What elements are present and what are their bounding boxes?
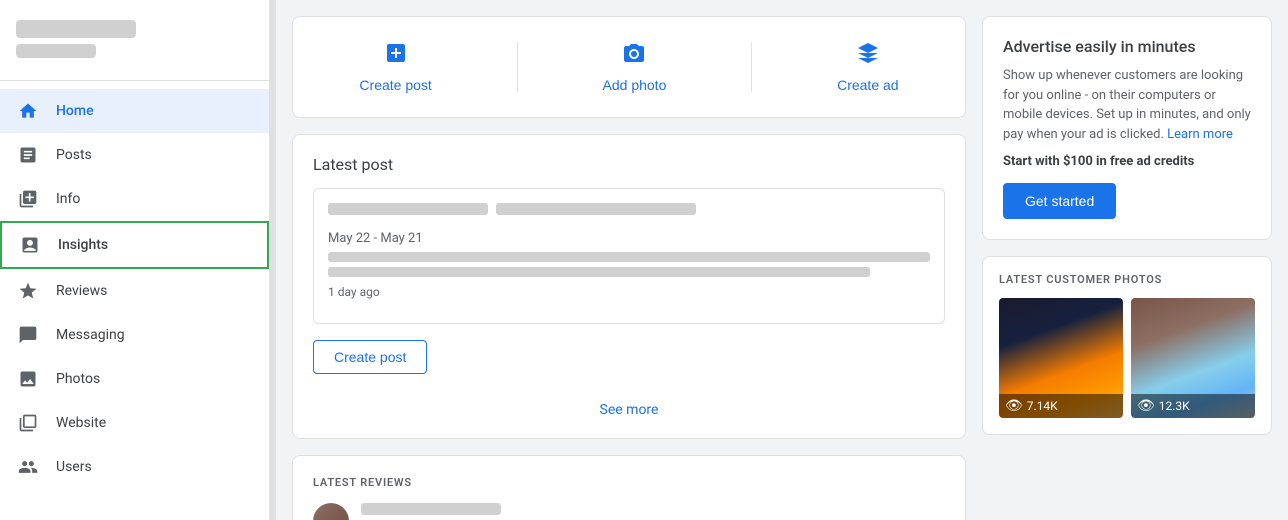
photo-2-overlay: 👁 12.3K [1131,394,1255,418]
action-buttons-card: Create post Add photo Create ad [292,16,966,118]
website-label: Website [56,415,106,431]
business-name-blur [16,20,136,38]
sidebar: Home Posts Info Insights Reviews [0,0,270,520]
reviews-icon [16,279,40,303]
website-icon [16,411,40,435]
sidebar-header [0,8,269,81]
post-text-line-1 [328,252,930,262]
learn-more-link[interactable]: Learn more [1167,127,1233,142]
see-more-link[interactable]: See more [313,402,945,418]
insights-label: Insights [58,237,108,253]
get-started-button[interactable]: Get started [1003,183,1116,219]
post-text [328,252,930,277]
messaging-icon [16,323,40,347]
main-content: Create post Add photo Create ad Latest p… [276,0,1288,520]
view-icon-1: 👁 [1005,398,1023,414]
reviews-label: Reviews [56,283,107,299]
ad-card: Advertise easily in minutes Show up when… [982,16,1272,240]
post-header-blur-2 [496,203,696,215]
ad-highlight: Start with $100 in free ad credits [1003,154,1251,169]
right-column: Advertise easily in minutes Show up when… [982,16,1272,504]
sidebar-item-website[interactable]: Website [0,401,269,445]
home-label: Home [56,103,94,119]
sidebar-item-users[interactable]: Users [0,445,269,489]
add-photo-button[interactable]: Add photo [587,33,683,101]
info-label: Info [56,191,80,207]
insights-icon [18,233,42,257]
posts-label: Posts [56,147,92,163]
users-label: Users [56,459,92,475]
sidebar-item-messaging[interactable]: Messaging [0,313,269,357]
post-text-line-2 [328,267,870,277]
create-post-label: Create post [359,77,431,93]
review-item: Apr 5, 2017 [313,503,945,520]
info-icon [16,187,40,211]
sidebar-item-home[interactable]: Home [0,89,269,133]
add-photo-icon [622,41,646,71]
photo-1-overlay: 👁 7.14K [999,394,1123,418]
posts-icon [16,143,40,167]
create-post-icon [384,41,408,71]
customer-photo-2[interactable]: 👁 12.3K [1131,298,1255,418]
customer-photos-section: LATEST CUSTOMER PHOTOS 👁 7.14K 👁 12.3K [982,256,1272,435]
review-content: Apr 5, 2017 [361,503,945,520]
post-date: May 22 - May 21 [328,231,930,246]
business-subtitle-blur [16,44,96,58]
add-photo-label: Add photo [603,77,667,93]
sidebar-item-posts[interactable]: Posts [0,133,269,177]
center-column: Create post Add photo Create ad Latest p… [292,16,966,504]
latest-reviews-card: LATEST REVIEWS Apr 5, 2017 [292,455,966,520]
action-divider-1 [517,42,518,92]
customer-photos-title: LATEST CUSTOMER PHOTOS [999,273,1255,286]
action-divider-2 [751,42,752,92]
photos-grid: 👁 7.14K 👁 12.3K [999,298,1255,418]
create-ad-icon [856,41,880,71]
messaging-label: Messaging [56,327,125,343]
create-ad-button[interactable]: Create ad [821,33,914,101]
customer-photo-1[interactable]: 👁 7.14K [999,298,1123,418]
view-icon-2: 👁 [1137,398,1155,414]
post-preview: May 22 - May 21 1 day ago [313,188,945,324]
home-icon [16,99,40,123]
photo-2-views: 12.3K [1159,399,1190,413]
sidebar-item-photos[interactable]: Photos [0,357,269,401]
sidebar-item-info[interactable]: Info [0,177,269,221]
photos-icon [16,367,40,391]
create-post-card-button[interactable]: Create post [313,340,427,374]
latest-post-card: Latest post May 22 - May 21 1 day ago Cr… [292,134,966,439]
post-header-blur [328,203,488,215]
ad-description: Show up whenever customers are looking f… [1003,66,1251,144]
review-avatar-image [313,503,349,520]
latest-post-title: Latest post [313,155,945,174]
users-icon [16,455,40,479]
ad-title: Advertise easily in minutes [1003,37,1251,56]
create-ad-label: Create ad [837,77,898,93]
sidebar-item-insights[interactable]: Insights [0,221,269,269]
sidebar-item-reviews[interactable]: Reviews [0,269,269,313]
create-post-button[interactable]: Create post [343,33,447,101]
photo-1-views: 7.14K [1027,399,1058,413]
review-name-blur [361,503,501,515]
latest-reviews-title: LATEST REVIEWS [313,476,945,489]
review-avatar [313,503,349,520]
post-time-ago: 1 day ago [328,285,930,299]
photos-label: Photos [56,371,100,387]
